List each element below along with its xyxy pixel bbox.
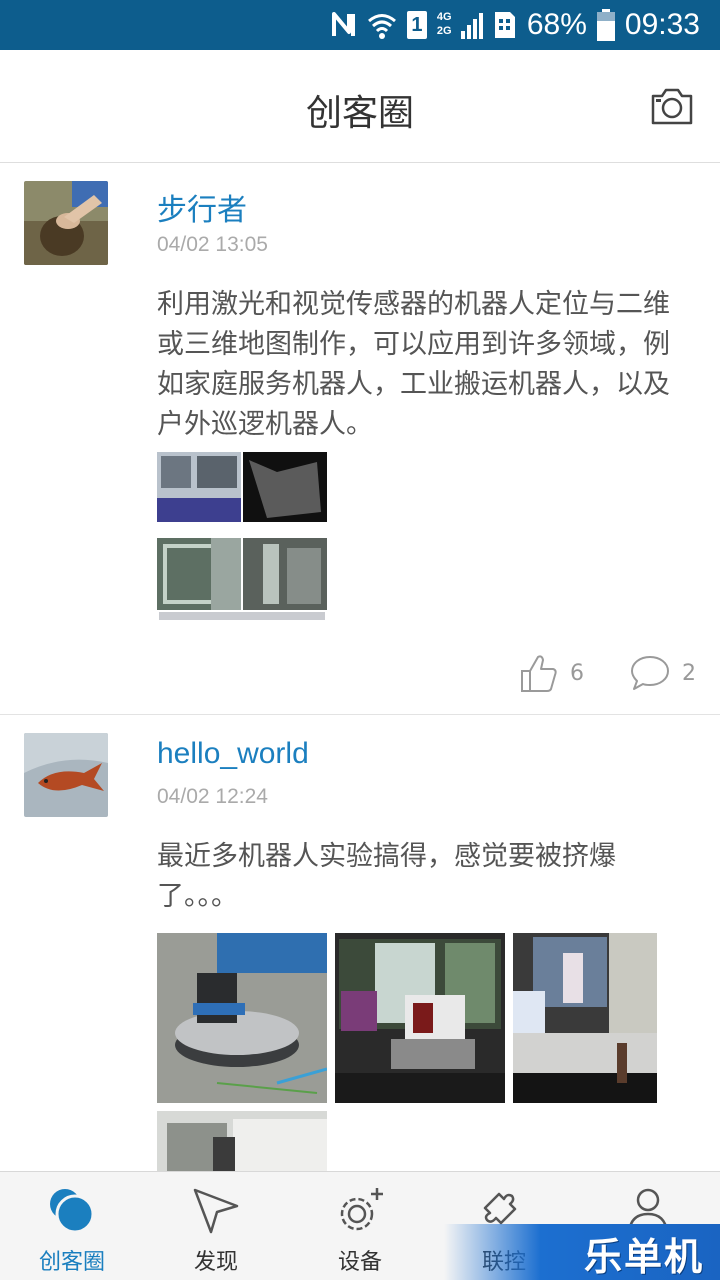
avatar[interactable] bbox=[24, 181, 108, 265]
camera-button[interactable] bbox=[650, 86, 694, 126]
post-actions: 6 2 bbox=[520, 651, 696, 695]
comment-bubble-icon bbox=[631, 656, 669, 690]
comment-button[interactable]: 2 bbox=[630, 654, 696, 692]
tab-label: 创客圈 bbox=[38, 1250, 105, 1275]
clock: 09:33 bbox=[624, 8, 700, 41]
status-bar: 1 4G 2G 68% 09:33 bbox=[0, 0, 720, 50]
watermark-text: 乐单机 bbox=[583, 1235, 704, 1279]
tab-chuangkequan[interactable]: 创客圈 bbox=[0, 1172, 144, 1280]
avatar[interactable] bbox=[24, 733, 108, 817]
navigation-arrow-icon bbox=[193, 1188, 239, 1234]
network-type-top: 4G bbox=[436, 11, 452, 23]
post-author[interactable]: hello_world bbox=[157, 737, 309, 771]
page-title: 创客圈 bbox=[305, 93, 414, 134]
wifi-icon bbox=[367, 10, 397, 40]
tab-discover[interactable]: 发现 bbox=[144, 1172, 288, 1280]
network-type-bottom: 2G bbox=[436, 25, 452, 37]
data-saver-icon bbox=[493, 10, 517, 40]
sim-slot-badge: 1 bbox=[406, 11, 427, 39]
feed-list[interactable]: 步行者 04/02 13:05 利用激光和视觉传感器的机器人定位与二维或三维地图… bbox=[0, 163, 720, 1171]
post-image[interactable] bbox=[157, 1111, 327, 1171]
feed-post: hello_world 04/02 12:24 最近多机器人实验搞得，感觉要被挤… bbox=[0, 715, 720, 1171]
comment-count: 2 bbox=[682, 660, 696, 686]
camera-icon bbox=[651, 88, 693, 125]
tab-label: 发现 bbox=[193, 1250, 238, 1275]
post-text: 利用激光和视觉传感器的机器人定位与二维或三维地图制作，可以应用到许多领域，例如家… bbox=[157, 289, 670, 440]
battery-icon bbox=[596, 9, 615, 41]
watermark-logo: 乐单机 bbox=[444, 1224, 720, 1280]
post-image-grid bbox=[157, 933, 657, 1171]
thumbs-up-icon bbox=[521, 655, 557, 692]
post-image[interactable] bbox=[157, 933, 327, 1103]
post-text: 最近多机器人实验搞得，感觉要被挤爆了。。。 bbox=[157, 841, 616, 912]
post-image[interactable] bbox=[157, 452, 327, 624]
battery-percent: 68% bbox=[526, 8, 587, 41]
tab-devices[interactable]: 设备 bbox=[288, 1172, 432, 1280]
gear-add-icon bbox=[340, 1188, 383, 1231]
like-button[interactable]: 6 bbox=[520, 653, 584, 693]
post-author[interactable]: 步行者 bbox=[157, 185, 247, 229]
feed-post: 步行者 04/02 13:05 利用激光和视觉传感器的机器人定位与二维或三维地图… bbox=[0, 163, 720, 715]
post-time: 04/02 13:05 bbox=[157, 233, 268, 256]
post-time: 04/02 12:24 bbox=[157, 785, 268, 808]
app-header: 创客圈 bbox=[0, 50, 720, 163]
nfc-icon bbox=[331, 10, 357, 40]
post-image[interactable] bbox=[335, 933, 505, 1103]
circles-icon bbox=[50, 1189, 95, 1234]
like-count: 6 bbox=[570, 660, 584, 686]
cellular-signal-icon: 4G 2G bbox=[437, 10, 483, 40]
post-image[interactable] bbox=[513, 933, 657, 1103]
tab-label: 设备 bbox=[337, 1250, 382, 1275]
